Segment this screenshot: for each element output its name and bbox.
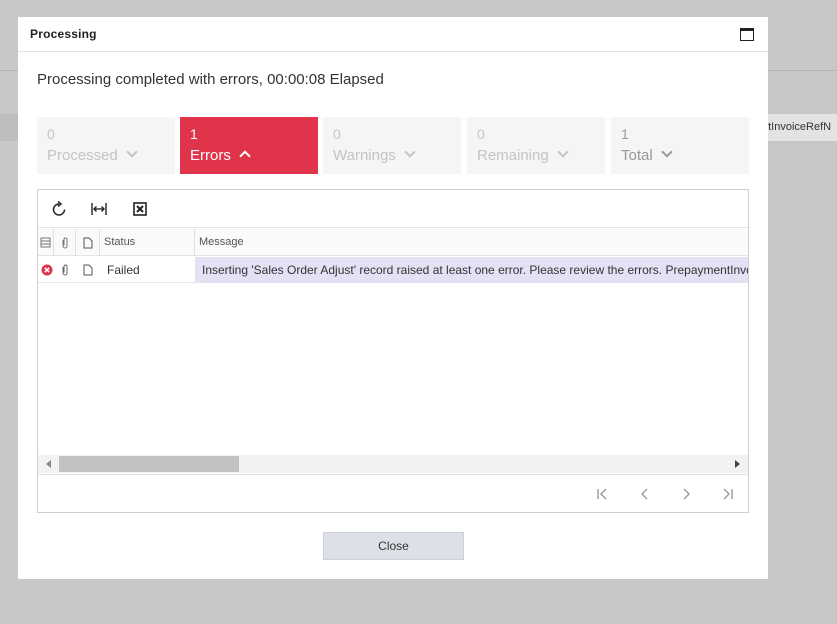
chevron-down-icon — [557, 146, 569, 158]
tile-warnings[interactable]: 0 Warnings — [323, 117, 461, 174]
scrollbar-thumb[interactable] — [59, 456, 239, 472]
export-excel-icon[interactable] — [130, 199, 150, 219]
status-message: Processing completed with errors, 00:00:… — [37, 71, 384, 88]
close-button[interactable]: Close — [323, 532, 464, 560]
column-header-message[interactable]: Message — [195, 229, 748, 256]
tile-processed[interactable]: 0 Processed — [37, 117, 175, 174]
tile-remaining[interactable]: 0 Remaining — [467, 117, 605, 174]
error-icon — [40, 257, 54, 283]
tile-label: Total — [621, 146, 673, 164]
tile-errors[interactable]: 1 Errors — [180, 117, 318, 174]
tile-total[interactable]: 1 Total — [611, 117, 749, 174]
tile-count: 1 — [621, 126, 629, 142]
row-status-column-icon[interactable] — [38, 229, 54, 256]
grid-header: Status Message — [38, 229, 748, 256]
processing-dialog: Processing Processing completed with err… — [18, 17, 768, 579]
status-cell[interactable]: Failed — [100, 257, 195, 283]
tile-label: Remaining — [477, 146, 569, 164]
fit-columns-icon[interactable] — [89, 199, 109, 219]
last-page-icon[interactable] — [718, 485, 736, 503]
chevron-up-icon — [239, 150, 251, 162]
window-maximize-icon[interactable] — [740, 28, 754, 41]
dialog-title: Processing — [30, 27, 97, 41]
tile-label: Processed — [47, 146, 138, 164]
document-icon[interactable] — [76, 229, 100, 256]
tile-count: 0 — [47, 126, 55, 142]
previous-page-icon[interactable] — [636, 485, 654, 503]
tile-count: 0 — [477, 126, 485, 142]
chevron-down-icon — [661, 146, 673, 158]
summary-tiles: 0 Processed 1 Errors 0 Warnings 0 Remain… — [37, 117, 749, 174]
tile-count: 0 — [333, 126, 341, 142]
results-grid: Status Message Failed Inserting 'Sales O… — [37, 189, 749, 513]
paperclip-icon[interactable] — [54, 257, 76, 283]
tile-label: Errors — [190, 147, 251, 164]
table-row[interactable]: Failed Inserting 'Sales Order Adjust' re… — [38, 257, 748, 283]
background-column-header: ntInvoiceRefN — [768, 114, 837, 141]
chevron-down-icon — [126, 146, 138, 158]
dialog-header: Processing — [18, 17, 768, 52]
refresh-icon[interactable] — [49, 199, 69, 219]
paperclip-icon[interactable] — [54, 229, 76, 256]
next-page-icon[interactable] — [677, 485, 695, 503]
horizontal-scrollbar[interactable] — [38, 455, 748, 473]
first-page-icon[interactable] — [594, 485, 612, 503]
grid-toolbar — [38, 190, 748, 228]
column-header-status[interactable]: Status — [100, 229, 195, 256]
grid-pager — [38, 474, 748, 512]
tile-label: Warnings — [333, 146, 416, 164]
document-icon[interactable] — [76, 257, 100, 283]
tile-count: 1 — [190, 126, 198, 142]
scroll-right-icon[interactable] — [735, 460, 740, 468]
scroll-left-icon[interactable] — [46, 460, 51, 468]
chevron-down-icon — [404, 146, 416, 158]
message-cell[interactable]: Inserting 'Sales Order Adjust' record ra… — [195, 257, 748, 283]
